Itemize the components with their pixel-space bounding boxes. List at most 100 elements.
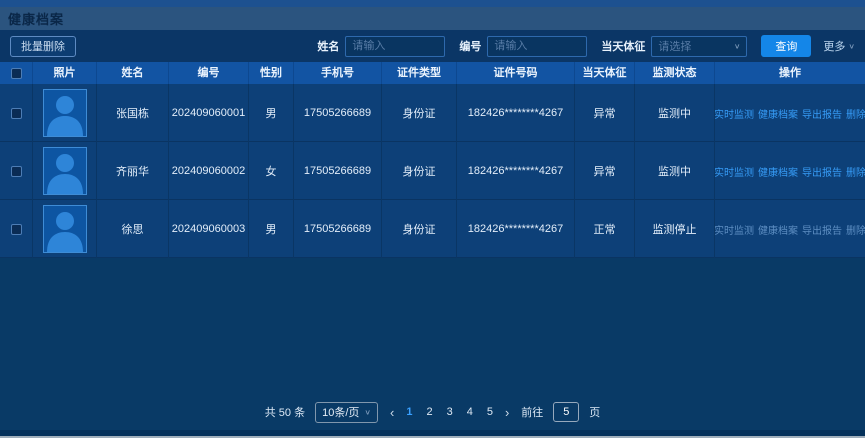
select-all-checkbox[interactable] bbox=[11, 68, 22, 79]
export-report-link[interactable]: 导出报告 bbox=[802, 222, 842, 237]
export-report-link[interactable]: 导出报告 bbox=[802, 164, 842, 179]
table-row: 张国栋 202409060001 男 17505266689 身份证 18242… bbox=[0, 84, 865, 142]
col-vitals: 当天体征 bbox=[575, 62, 635, 84]
row-checkbox[interactable] bbox=[11, 224, 22, 235]
table-header: 照片 姓名 编号 性别 手机号 证件类型 证件号码 当天体征 监测状态 操作 bbox=[0, 62, 865, 84]
col-gender: 性别 bbox=[249, 62, 294, 84]
filter-group: 姓名 编号 当天体征 请选择 ∨ 查询 更多 ∨ bbox=[309, 35, 855, 57]
chevron-down-icon: ∨ bbox=[364, 408, 371, 417]
export-report-link[interactable]: 导出报告 bbox=[802, 106, 842, 121]
cell-id-type: 身份证 bbox=[382, 200, 457, 258]
row-checkbox[interactable] bbox=[11, 108, 22, 119]
cell-actions: 实时监测 健康档案 导出报告 删除 bbox=[715, 200, 865, 258]
page-number-5[interactable]: 5 bbox=[487, 406, 493, 418]
col-actions: 操作 bbox=[715, 62, 865, 84]
vitals-filter-label: 当天体征 bbox=[601, 38, 645, 54]
page-number-2[interactable]: 2 bbox=[426, 406, 432, 418]
page-size-select[interactable]: 10条/页 ∨ bbox=[315, 402, 378, 423]
cell-vitals: 正常 bbox=[575, 200, 635, 258]
cell-phone: 17505266689 bbox=[294, 200, 382, 258]
cell-code: 202409060001 bbox=[169, 84, 249, 142]
cell-code: 202409060002 bbox=[169, 142, 249, 200]
cell-name: 徐思 bbox=[97, 200, 169, 258]
top-accent-strip bbox=[0, 0, 865, 7]
header-select-all-cell bbox=[0, 62, 33, 84]
chevron-down-icon: ∨ bbox=[848, 42, 855, 51]
page-number-list: 1 2 3 4 5 bbox=[406, 406, 493, 418]
row-select-cell bbox=[0, 84, 33, 142]
cell-gender: 男 bbox=[249, 200, 294, 258]
cell-code: 202409060003 bbox=[169, 200, 249, 258]
cell-photo bbox=[33, 142, 97, 200]
total-count-label: 共 50 条 bbox=[265, 404, 305, 420]
realtime-monitor-link[interactable]: 实时监测 bbox=[715, 106, 754, 121]
toolbar: 批量删除 姓名 编号 当天体征 请选择 ∨ 查询 更多 ∨ bbox=[0, 30, 865, 62]
health-record-link[interactable]: 健康档案 bbox=[758, 106, 798, 121]
name-filter-label: 姓名 bbox=[317, 38, 339, 54]
table-row: 齐丽华 202409060002 女 17505266689 身份证 18242… bbox=[0, 142, 865, 200]
cell-status: 监测中 bbox=[635, 142, 715, 200]
page-size-value: 10条/页 bbox=[322, 404, 359, 420]
more-button[interactable]: 更多 ∨ bbox=[823, 38, 855, 54]
batch-delete-button[interactable]: 批量删除 bbox=[10, 36, 76, 57]
page-title: 健康档案 bbox=[8, 9, 64, 28]
cell-id-type: 身份证 bbox=[382, 142, 457, 200]
cell-status: 监测中 bbox=[635, 84, 715, 142]
cell-vitals: 异常 bbox=[575, 142, 635, 200]
code-filter-label: 编号 bbox=[459, 38, 481, 54]
page-number-3[interactable]: 3 bbox=[447, 406, 453, 418]
cell-actions: 实时监测 健康档案 导出报告 删除 bbox=[715, 142, 865, 200]
health-record-link[interactable]: 健康档案 bbox=[758, 164, 798, 179]
name-filter-input[interactable] bbox=[345, 36, 445, 57]
cell-photo bbox=[33, 84, 97, 142]
col-status: 监测状态 bbox=[635, 62, 715, 84]
health-record-link[interactable]: 健康档案 bbox=[758, 222, 798, 237]
person-icon bbox=[44, 206, 86, 252]
prev-page-icon[interactable]: ‹ bbox=[388, 406, 396, 419]
cell-id-number: 182426********4267 bbox=[457, 84, 575, 142]
cell-name: 齐丽华 bbox=[97, 142, 169, 200]
goto-page-input[interactable] bbox=[553, 402, 579, 422]
cell-phone: 17505266689 bbox=[294, 84, 382, 142]
col-id-number: 证件号码 bbox=[457, 62, 575, 84]
col-code: 编号 bbox=[169, 62, 249, 84]
code-filter-input[interactable] bbox=[487, 36, 587, 57]
page-number-1[interactable]: 1 bbox=[406, 406, 412, 418]
row-checkbox[interactable] bbox=[11, 166, 22, 177]
col-photo: 照片 bbox=[33, 62, 97, 84]
goto-page-unit: 页 bbox=[589, 404, 600, 420]
goto-page-label: 前往 bbox=[521, 404, 543, 420]
cell-id-number: 182426********4267 bbox=[457, 200, 575, 258]
cell-name: 张国栋 bbox=[97, 84, 169, 142]
realtime-monitor-link[interactable]: 实时监测 bbox=[715, 164, 754, 179]
cell-status: 监测停止 bbox=[635, 200, 715, 258]
table-empty-area bbox=[0, 258, 865, 394]
avatar bbox=[43, 205, 87, 253]
table-row: 徐思 202409060003 男 17505266689 身份证 182426… bbox=[0, 200, 865, 258]
realtime-monitor-link[interactable]: 实时监测 bbox=[715, 222, 754, 237]
delete-link[interactable]: 删除 bbox=[846, 106, 865, 121]
cell-gender: 女 bbox=[249, 142, 294, 200]
vitals-select-placeholder: 请选择 bbox=[658, 38, 691, 54]
vitals-select[interactable]: 请选择 ∨ bbox=[651, 36, 747, 57]
chevron-down-icon: ∨ bbox=[734, 42, 741, 51]
person-icon bbox=[44, 90, 86, 136]
delete-link[interactable]: 删除 bbox=[846, 222, 865, 237]
bottom-strip bbox=[0, 430, 865, 438]
delete-link[interactable]: 删除 bbox=[846, 164, 865, 179]
cell-id-type: 身份证 bbox=[382, 84, 457, 142]
cell-id-number: 182426********4267 bbox=[457, 142, 575, 200]
next-page-icon[interactable]: › bbox=[503, 406, 511, 419]
main-content: 批量删除 姓名 编号 当天体征 请选择 ∨ 查询 更多 ∨ bbox=[0, 30, 865, 430]
cell-vitals: 异常 bbox=[575, 84, 635, 142]
col-name: 姓名 bbox=[97, 62, 169, 84]
cell-phone: 17505266689 bbox=[294, 142, 382, 200]
pagination-bar: 共 50 条 10条/页 ∨ ‹ 1 2 3 4 5 › 前往 页 bbox=[0, 394, 865, 430]
page-number-4[interactable]: 4 bbox=[467, 406, 473, 418]
cell-gender: 男 bbox=[249, 84, 294, 142]
query-button[interactable]: 查询 bbox=[761, 35, 811, 57]
row-select-cell bbox=[0, 200, 33, 258]
more-label: 更多 bbox=[823, 38, 845, 54]
health-records-app: 健康档案 批量删除 姓名 编号 当天体征 请选择 ∨ 查询 更多 ∨ bbox=[0, 0, 865, 438]
avatar bbox=[43, 147, 87, 195]
